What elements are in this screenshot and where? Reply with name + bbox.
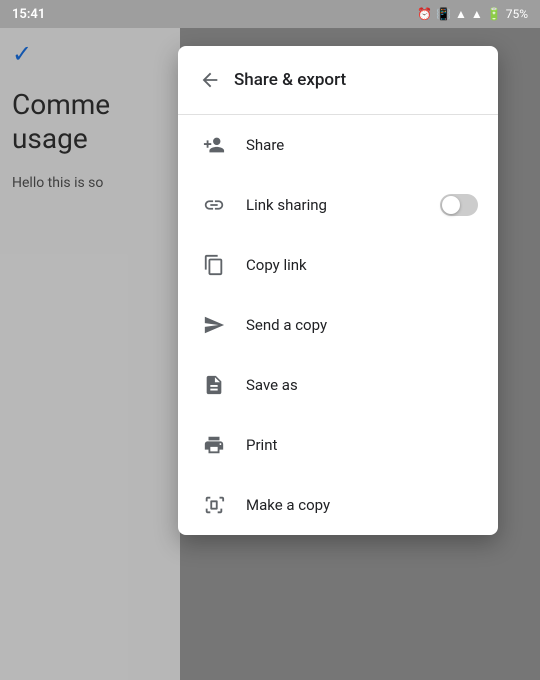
battery-percent: 75% <box>506 7 528 21</box>
toggle-knob <box>442 196 460 214</box>
menu-item-make-copy[interactable]: Make a copy <box>178 475 498 535</box>
status-bar: 15:41 ⏰ 📳 ▲ ▲ 🔋 75% <box>0 0 540 28</box>
make-copy-icon <box>198 489 230 521</box>
drawer-title: Share & export <box>234 70 346 90</box>
copy-link-icon <box>198 249 230 281</box>
save-as-label: Save as <box>246 376 478 394</box>
share-label: Share <box>246 136 478 154</box>
menu-item-link-sharing[interactable]: Link sharing <box>178 175 498 235</box>
share-person-icon <box>198 129 230 161</box>
vibrate-icon: 📳 <box>436 7 451 21</box>
link-icon <box>198 189 230 221</box>
wifi-icon: ▲ <box>455 7 467 21</box>
menu-item-copy-link[interactable]: Copy link <box>178 235 498 295</box>
make-copy-label: Make a copy <box>246 496 478 514</box>
status-icons: ⏰ 📳 ▲ ▲ 🔋 75% <box>417 7 528 21</box>
link-sharing-toggle[interactable] <box>440 194 478 216</box>
print-label: Print <box>246 436 478 454</box>
menu-item-save-as[interactable]: Save as <box>178 355 498 415</box>
print-icon <box>198 429 230 461</box>
menu-item-print[interactable]: Print <box>178 415 498 475</box>
battery-icon: 🔋 <box>487 7 502 21</box>
menu-item-send-copy[interactable]: Send a copy <box>178 295 498 355</box>
status-time: 15:41 <box>12 7 45 22</box>
copy-link-label: Copy link <box>246 256 478 274</box>
signal-icon: ▲ <box>471 7 483 21</box>
save-as-icon <box>198 369 230 401</box>
drawer-header: Share & export <box>178 46 498 115</box>
menu-item-share[interactable]: Share <box>178 115 498 175</box>
link-sharing-label: Link sharing <box>246 196 440 214</box>
toggle-switch[interactable] <box>440 194 478 216</box>
back-arrow-icon <box>199 69 221 91</box>
send-copy-label: Send a copy <box>246 316 478 334</box>
send-copy-icon <box>198 309 230 341</box>
share-export-drawer: Share & export Share Link sharing <box>178 46 498 535</box>
back-button[interactable] <box>194 64 226 96</box>
alarm-icon: ⏰ <box>417 7 432 21</box>
